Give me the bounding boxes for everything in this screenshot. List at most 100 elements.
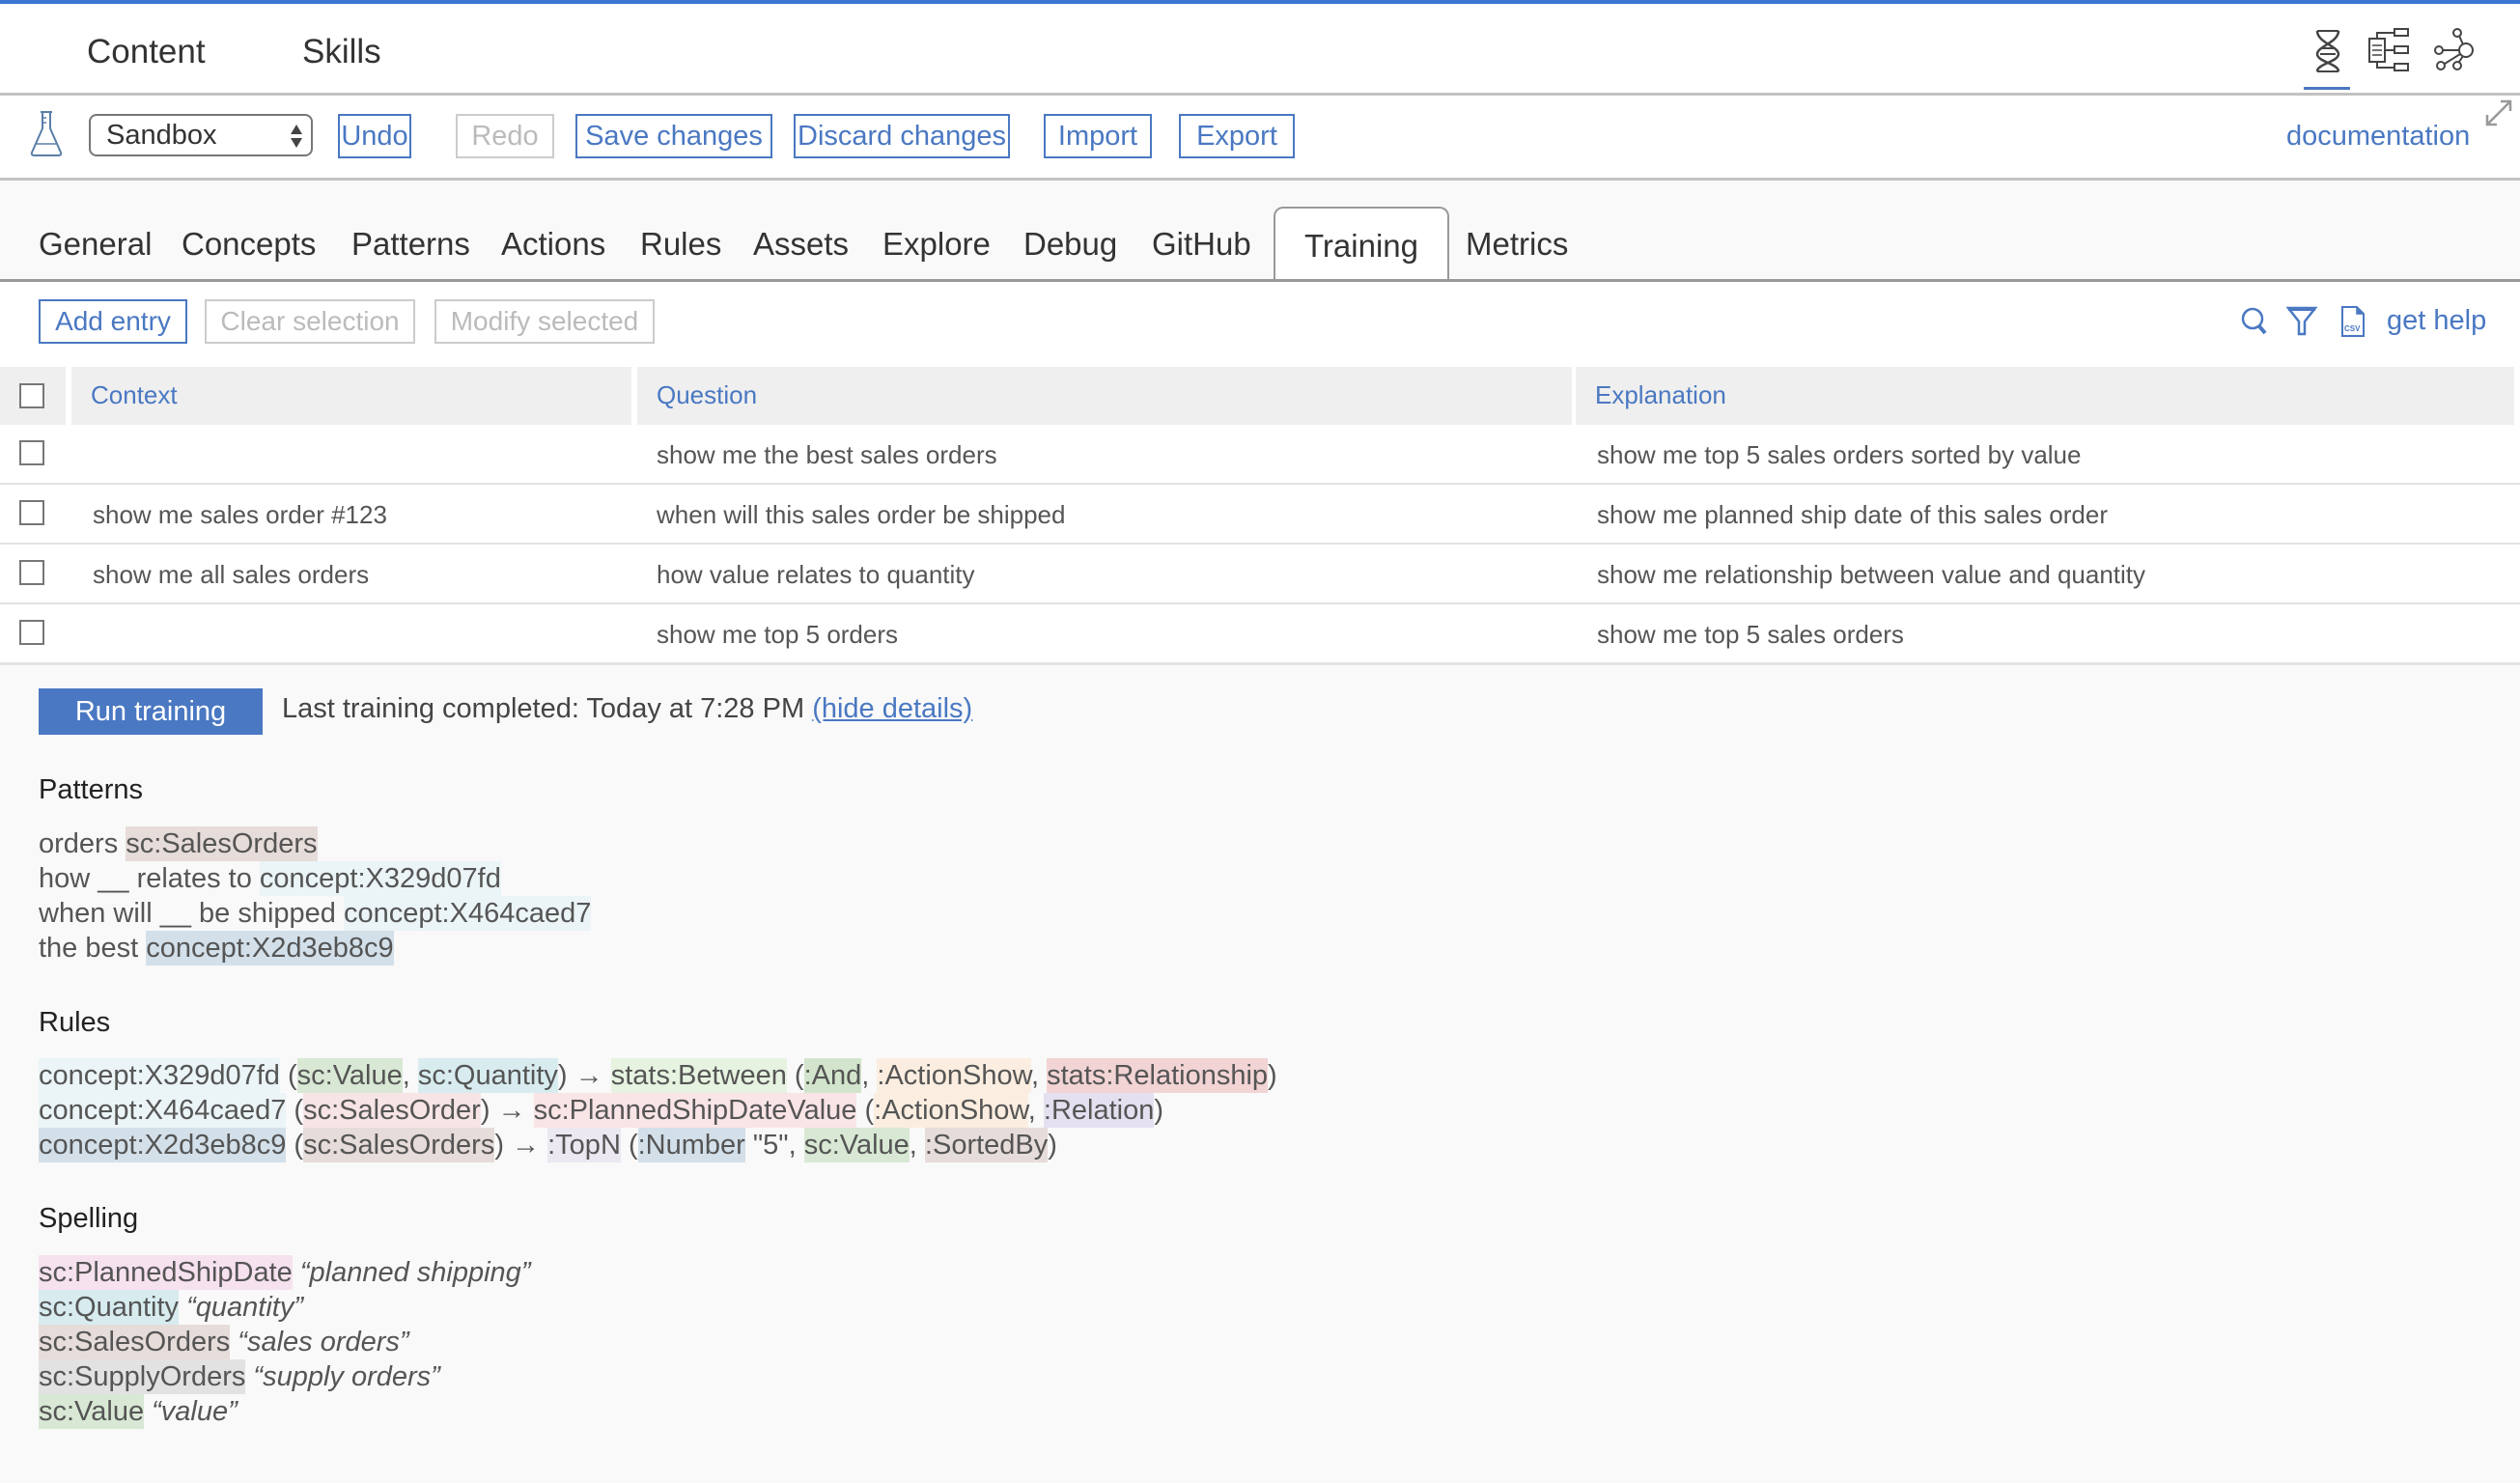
tab-debug[interactable]: Debug: [1023, 226, 1117, 263]
rules-list: concept:X329d07fd (sc:Value, sc:Quantity…: [39, 1058, 1277, 1162]
tab-concepts[interactable]: Concepts: [182, 226, 316, 263]
network-icon[interactable]: [2433, 25, 2481, 75]
spelling-text: “supply orders”: [253, 1361, 440, 1392]
spelling-line: sc:SupplyOrders “supply orders”: [39, 1359, 530, 1394]
export-button[interactable]: Export: [1179, 114, 1295, 158]
cell-question: how value relates to quantity: [657, 560, 975, 589]
tab-training[interactable]: Training: [1274, 207, 1449, 279]
pattern-text: how __ relates to: [39, 863, 260, 894]
spelling-text: “planned shipping”: [299, 1257, 531, 1288]
spelling-heading: Spelling: [39, 1203, 139, 1234]
tab-actions[interactable]: Actions: [501, 226, 605, 263]
environment-select-value: Sandbox: [106, 120, 217, 151]
tag-sales-orders: sc:SalesOrders: [303, 1128, 495, 1162]
tag-supply-orders: sc:SupplyOrders: [39, 1359, 246, 1394]
documentation-link[interactable]: documentation: [2286, 121, 2470, 153]
flask-icon: [30, 111, 63, 156]
app-header: Content Skills: [0, 4, 2520, 96]
rule-line: concept:X464caed7 (sc:SalesOrder) → sc:P…: [39, 1093, 1164, 1128]
pattern-line: the best concept:X2d3eb8c9: [39, 931, 591, 965]
spelling-text: “sales orders”: [238, 1327, 409, 1357]
discard-changes-button[interactable]: Discard changes: [794, 114, 1010, 158]
pattern-text: orders: [39, 828, 126, 859]
cell-explanation: show me top 5 sales orders sorted by val…: [1597, 440, 2082, 469]
arrow: →: [490, 1095, 534, 1126]
row-checkbox[interactable]: [19, 560, 44, 585]
arrow: →: [504, 1130, 548, 1161]
row-checkbox[interactable]: [19, 620, 44, 645]
search-icon[interactable]: [2240, 305, 2271, 338]
get-help-link[interactable]: get help: [2387, 305, 2486, 337]
tag-sales-orders: sc:SalesOrders: [39, 1325, 231, 1359]
dna-icon[interactable]: [2304, 25, 2352, 75]
tab-patterns[interactable]: Patterns: [351, 226, 470, 263]
spelling-line: sc:PlannedShipDate “planned shipping”: [39, 1255, 530, 1290]
filter-icon[interactable]: [2286, 305, 2317, 338]
toolbar: Sandbox Undo Redo Save changes Discard c…: [0, 96, 2520, 181]
tag-value: sc:Value: [803, 1128, 910, 1162]
add-entry-button[interactable]: Add entry: [39, 299, 187, 344]
tab-rules[interactable]: Rules: [640, 226, 721, 263]
save-changes-button[interactable]: Save changes: [575, 114, 772, 158]
tag-value: sc:Value: [39, 1394, 145, 1429]
tag-concept: concept:X2d3eb8c9: [39, 1128, 287, 1162]
row-checkbox[interactable]: [19, 500, 44, 525]
column-header-label: Context: [91, 380, 178, 409]
import-button[interactable]: Import: [1044, 114, 1152, 158]
tag-planned-ship-date: sc:PlannedShipDate: [39, 1255, 293, 1290]
run-training-button[interactable]: Run training: [39, 688, 263, 735]
tag-sales-orders: sc:SalesOrders: [126, 826, 318, 861]
table-row[interactable]: show me sales order #123 when will this …: [0, 485, 2520, 546]
top-tab-content[interactable]: Content: [87, 33, 206, 71]
spelling-line: sc:SalesOrders “sales orders”: [39, 1325, 530, 1359]
tag-concept: concept:X464caed7: [343, 896, 592, 931]
tag-actionshow: :ActionShow: [874, 1093, 1028, 1128]
tag-concept: concept:X329d07fd: [259, 861, 501, 896]
tag-quantity: sc:Quantity: [417, 1058, 558, 1093]
rules-heading: Rules: [39, 1007, 111, 1038]
clear-selection-button[interactable]: Clear selection: [205, 299, 415, 344]
expand-icon[interactable]: [2483, 98, 2514, 128]
pattern-line: when will __ be shipped concept:X464caed…: [39, 896, 592, 931]
table-row[interactable]: show me top 5 orders show me top 5 sales…: [0, 604, 2520, 665]
row-checkbox[interactable]: [19, 440, 44, 465]
tree-diagram-icon[interactable]: [2367, 25, 2416, 75]
cell-context: show me sales order #123: [93, 500, 387, 529]
column-header-context[interactable]: Context: [71, 367, 631, 425]
spelling-line: sc:Value “value”: [39, 1394, 530, 1429]
hide-details-link[interactable]: (hide details): [812, 693, 972, 724]
tab-metrics[interactable]: Metrics: [1466, 226, 1568, 263]
environment-select[interactable]: Sandbox: [89, 114, 313, 156]
tab-assets[interactable]: Assets: [753, 226, 849, 263]
table-row[interactable]: show me the best sales orders show me to…: [0, 425, 2520, 486]
column-header-question[interactable]: Question: [637, 367, 1572, 425]
select-all-header: [0, 367, 66, 425]
select-all-checkbox[interactable]: [19, 383, 44, 408]
top-tab-skills[interactable]: Skills: [302, 33, 381, 71]
modify-selected-button[interactable]: Modify selected: [434, 299, 655, 344]
tab-general[interactable]: General: [39, 226, 152, 263]
spelling-line: sc:Quantity “quantity”: [39, 1290, 530, 1325]
section-tabs: General Concepts Patterns Actions Rules …: [0, 180, 2520, 282]
csv-export-icon[interactable]: CSV: [2338, 305, 2369, 338]
redo-button[interactable]: Redo: [456, 114, 554, 158]
tag-sortedby: :SortedBy: [924, 1128, 1049, 1162]
pattern-line: how __ relates to concept:X329d07fd: [39, 861, 591, 896]
tab-github[interactable]: GitHub: [1152, 226, 1251, 263]
table-row[interactable]: show me all sales orders how value relat…: [0, 545, 2520, 605]
column-header-label: Question: [657, 380, 758, 409]
arrow: →: [567, 1060, 611, 1091]
cell-explanation: show me planned ship date of this sales …: [1597, 500, 2108, 529]
tag-function: stats:Between: [610, 1058, 787, 1093]
tag-number: :Number: [637, 1128, 745, 1162]
tag-concept: concept:X2d3eb8c9: [146, 931, 394, 965]
cell-context: show me all sales orders: [93, 560, 370, 589]
column-header-explanation[interactable]: Explanation: [1576, 367, 2514, 425]
patterns-list: orders sc:SalesOrders how __ relates to …: [39, 826, 592, 965]
select-arrows-icon: [291, 125, 302, 148]
pattern-line: orders sc:SalesOrders: [39, 826, 591, 861]
tab-explore[interactable]: Explore: [882, 226, 991, 263]
undo-button[interactable]: Undo: [338, 114, 411, 158]
spelling-list: sc:PlannedShipDate “planned shipping” sc…: [39, 1255, 530, 1429]
rule-line: concept:X329d07fd (sc:Value, sc:Quantity…: [39, 1058, 1277, 1093]
